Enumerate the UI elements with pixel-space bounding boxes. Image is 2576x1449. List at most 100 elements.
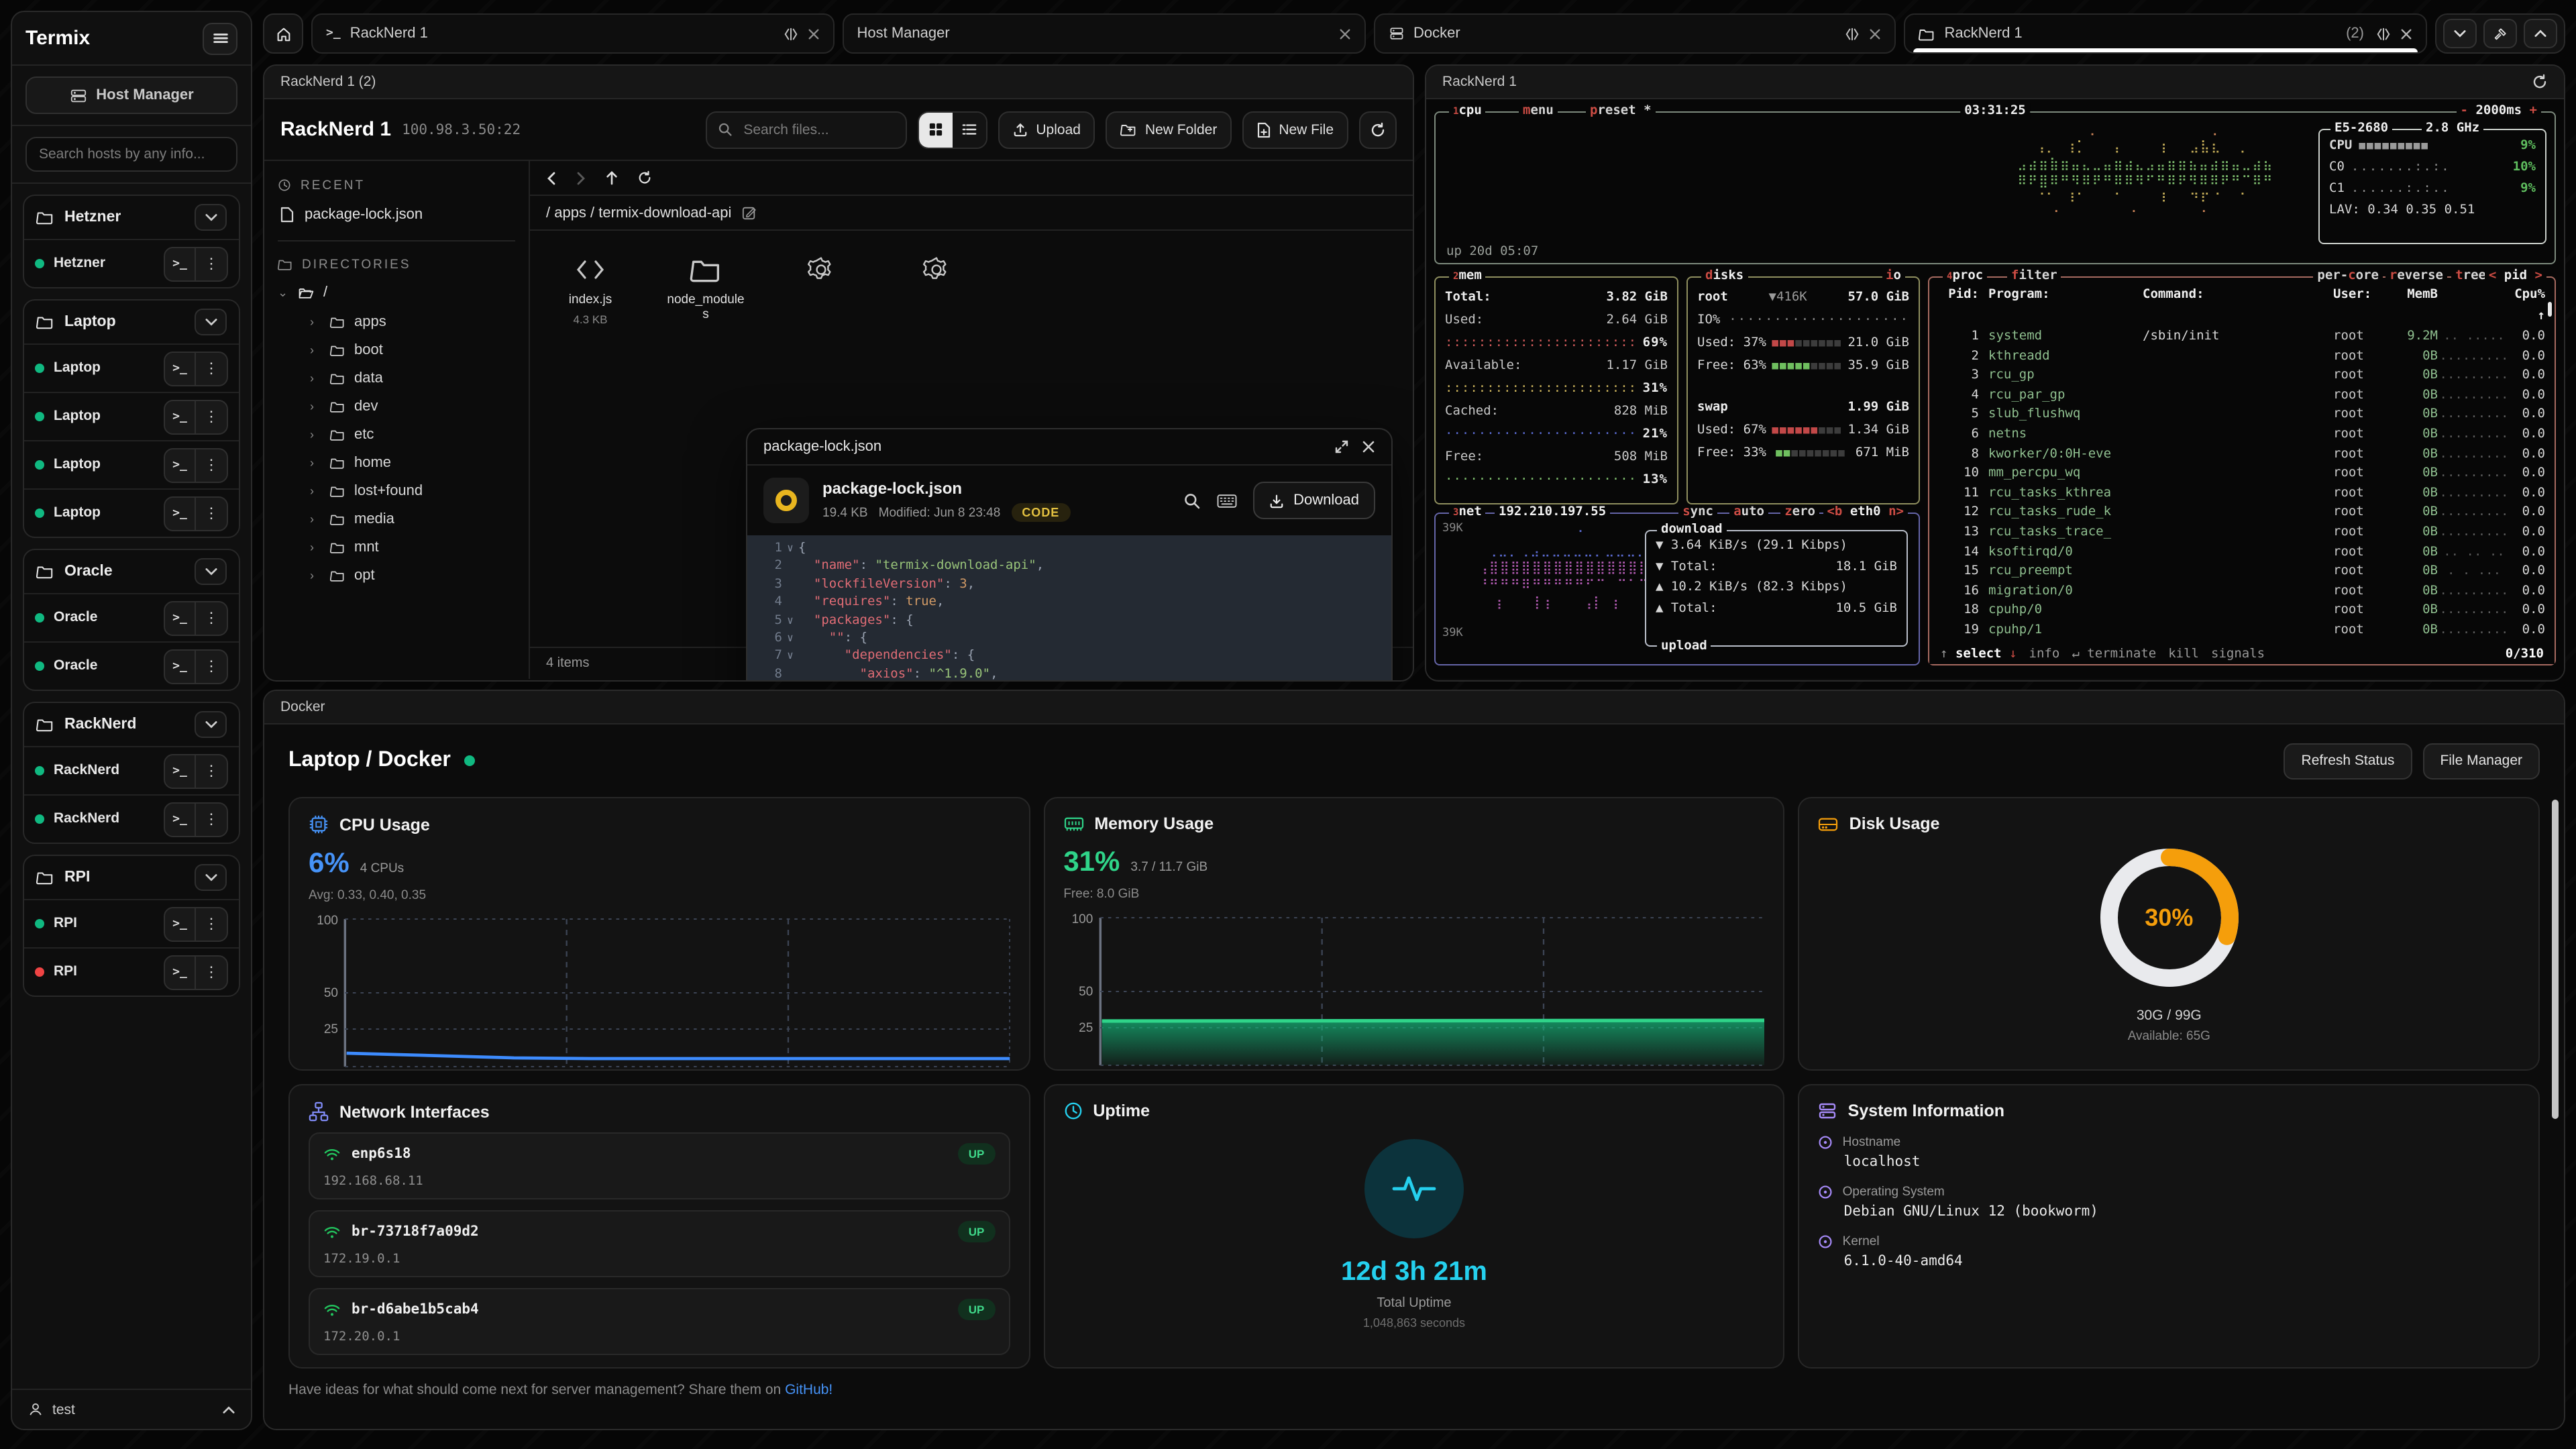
- host-row[interactable]: Laptop >_ ⋮: [24, 392, 239, 440]
- process-row[interactable]: 8 kworker/0:0H-eve root 0B ......... 0.0: [1929, 445, 2555, 464]
- tree-directory-row[interactable]: › media: [278, 504, 515, 533]
- terminal-screen[interactable]: 1cpu menu preset * 03:31:25 - 2000ms + ⡀…: [1426, 99, 2564, 679]
- close-modal-icon[interactable]: [1362, 440, 1375, 453]
- host-terminal-button[interactable]: >_: [165, 956, 196, 988]
- host-menu-button[interactable]: ⋮: [196, 650, 227, 682]
- expand-tabbar-button[interactable]: [2524, 19, 2557, 48]
- file-tile[interactable]: [780, 252, 863, 298]
- tab-racknerd-files[interactable]: RackNerd 1 (2): [1904, 13, 2428, 54]
- host-group-header[interactable]: RackNerd: [24, 703, 239, 746]
- tree-directory-row[interactable]: › boot: [278, 335, 515, 364]
- host-row[interactable]: Laptop >_ ⋮: [24, 488, 239, 537]
- host-terminal-button[interactable]: >_: [165, 803, 196, 835]
- process-row[interactable]: 11 rcu_tasks_kthrea root 0B ......... 0.…: [1929, 484, 2555, 504]
- host-terminal-button[interactable]: >_: [165, 755, 196, 787]
- host-row[interactable]: RPI >_ ⋮: [24, 947, 239, 996]
- host-terminal-button[interactable]: >_: [165, 400, 196, 433]
- proc-scroll-thumb[interactable]: [2548, 302, 2552, 317]
- host-menu-button[interactable]: ⋮: [196, 956, 227, 988]
- tab-host-manager[interactable]: Host Manager: [843, 13, 1366, 54]
- file-search-input[interactable]: [741, 120, 895, 139]
- tree-root-row[interactable]: ⌄ /: [278, 278, 515, 307]
- search-in-file-icon[interactable]: [1183, 492, 1201, 509]
- host-menu-button[interactable]: ⋮: [196, 449, 227, 481]
- process-row[interactable]: 19 cpuhp/1 root 0B ......... 0.0: [1929, 621, 2555, 641]
- forward-icon[interactable]: [576, 171, 586, 184]
- process-row[interactable]: 4 rcu_par_gp root 0B ......... 0.0: [1929, 386, 2555, 406]
- process-row[interactable]: 5 slub_flushwq root 0B ......... 0.0: [1929, 406, 2555, 425]
- file-tile[interactable]: index.js 4.3 KB: [549, 252, 632, 327]
- host-row[interactable]: Oracle >_ ⋮: [24, 593, 239, 641]
- host-menu-button[interactable]: ⋮: [196, 803, 227, 835]
- host-group-header[interactable]: RPI: [24, 856, 239, 899]
- file-tile[interactable]: [895, 252, 978, 298]
- host-row[interactable]: RackNerd >_ ⋮: [24, 746, 239, 794]
- host-menu-button[interactable]: ⋮: [196, 400, 227, 433]
- group-collapse-button[interactable]: [195, 558, 227, 585]
- process-row[interactable]: 1 systemd /sbin/init root 9.2M .. ..... …: [1929, 327, 2555, 347]
- tools-button[interactable]: [2483, 19, 2517, 48]
- group-collapse-button[interactable]: [195, 711, 227, 738]
- tree-directory-row[interactable]: › etc: [278, 420, 515, 448]
- file-tile[interactable]: node_modules: [664, 252, 747, 329]
- host-row[interactable]: Oracle >_ ⋮: [24, 641, 239, 690]
- host-row[interactable]: Laptop >_ ⋮: [24, 343, 239, 392]
- close-tab-icon[interactable]: [2400, 28, 2412, 40]
- host-search-input[interactable]: [25, 137, 237, 172]
- host-row[interactable]: Hetzner >_ ⋮: [24, 239, 239, 287]
- process-row[interactable]: 6 netns root 0B ......... 0.0: [1929, 425, 2555, 445]
- host-terminal-button[interactable]: >_: [165, 908, 196, 940]
- upload-button[interactable]: Upload: [998, 111, 1095, 148]
- host-menu-button[interactable]: ⋮: [196, 755, 227, 787]
- file-manager-button[interactable]: File Manager: [2422, 743, 2540, 779]
- host-terminal-button[interactable]: >_: [165, 248, 196, 280]
- process-row[interactable]: 16 migration/0 root 0B ......... 0.0: [1929, 582, 2555, 601]
- tree-directory-row[interactable]: › opt: [278, 561, 515, 589]
- host-terminal-button[interactable]: >_: [165, 352, 196, 384]
- home-button[interactable]: [263, 13, 303, 54]
- host-terminal-button[interactable]: >_: [165, 497, 196, 529]
- new-file-button[interactable]: New File: [1242, 111, 1348, 148]
- group-collapse-button[interactable]: [195, 204, 227, 231]
- code-preview[interactable]: 1 ∨ { 2 "name": "termix-download-api",: [747, 535, 1391, 682]
- process-row[interactable]: 18 cpuhp/0 root 0B ......... 0.0: [1929, 602, 2555, 621]
- host-menu-button[interactable]: ⋮: [196, 248, 227, 280]
- host-manager-button[interactable]: Host Manager: [25, 76, 237, 114]
- process-list[interactable]: 1 systemd /sbin/init root 9.2M .. ..... …: [1929, 327, 2555, 660]
- host-menu-button[interactable]: ⋮: [196, 497, 227, 529]
- back-icon[interactable]: [546, 171, 557, 184]
- download-button[interactable]: Download: [1253, 482, 1375, 519]
- docker-scrollbar[interactable]: [2552, 800, 2559, 1119]
- expand-modal-icon[interactable]: [1335, 440, 1348, 453]
- process-row[interactable]: 15 rcu_preempt root 0B . . ... 0.0: [1929, 562, 2555, 582]
- close-tab-icon[interactable]: [1338, 28, 1350, 40]
- host-menu-button[interactable]: ⋮: [196, 602, 227, 634]
- host-terminal-button[interactable]: >_: [165, 449, 196, 481]
- refresh-icon[interactable]: [637, 170, 652, 185]
- process-row[interactable]: 10 mm_percpu_wq root 0B ......... 0.0: [1929, 464, 2555, 484]
- tab-docker[interactable]: Docker: [1373, 13, 1896, 54]
- process-row[interactable]: 12 rcu_tasks_rude_k root 0B ......... 0.…: [1929, 504, 2555, 523]
- tree-directory-row[interactable]: › dev: [278, 392, 515, 420]
- process-row[interactable]: 3 rcu_gp root 0B ......... 0.0: [1929, 366, 2555, 386]
- tree-directory-row[interactable]: › apps: [278, 307, 515, 335]
- edit-path-icon[interactable]: [742, 205, 757, 220]
- tree-directory-row[interactable]: › home: [278, 448, 515, 476]
- group-collapse-button[interactable]: [195, 864, 227, 891]
- host-terminal-button[interactable]: >_: [165, 602, 196, 634]
- new-folder-button[interactable]: New Folder: [1106, 111, 1232, 148]
- refresh-button[interactable]: [1359, 111, 1397, 148]
- interface-row[interactable]: enp6s18 UP 192.168.68.11: [309, 1132, 1010, 1199]
- keyboard-icon[interactable]: [1217, 493, 1237, 508]
- reconnect-icon[interactable]: [2532, 74, 2548, 90]
- host-menu-button[interactable]: ⋮: [196, 908, 227, 940]
- collapse-tabbar-button[interactable]: [2443, 19, 2477, 48]
- host-row[interactable]: RackNerd >_ ⋮: [24, 794, 239, 843]
- github-link[interactable]: GitHub!: [785, 1382, 833, 1398]
- split-view-icon[interactable]: [784, 26, 798, 41]
- tree-directory-row[interactable]: › mnt: [278, 533, 515, 561]
- sidebar-footer[interactable]: test: [12, 1389, 251, 1429]
- host-group-header[interactable]: Oracle: [24, 550, 239, 593]
- host-group-header[interactable]: Hetzner: [24, 196, 239, 239]
- up-directory-icon[interactable]: [605, 170, 619, 185]
